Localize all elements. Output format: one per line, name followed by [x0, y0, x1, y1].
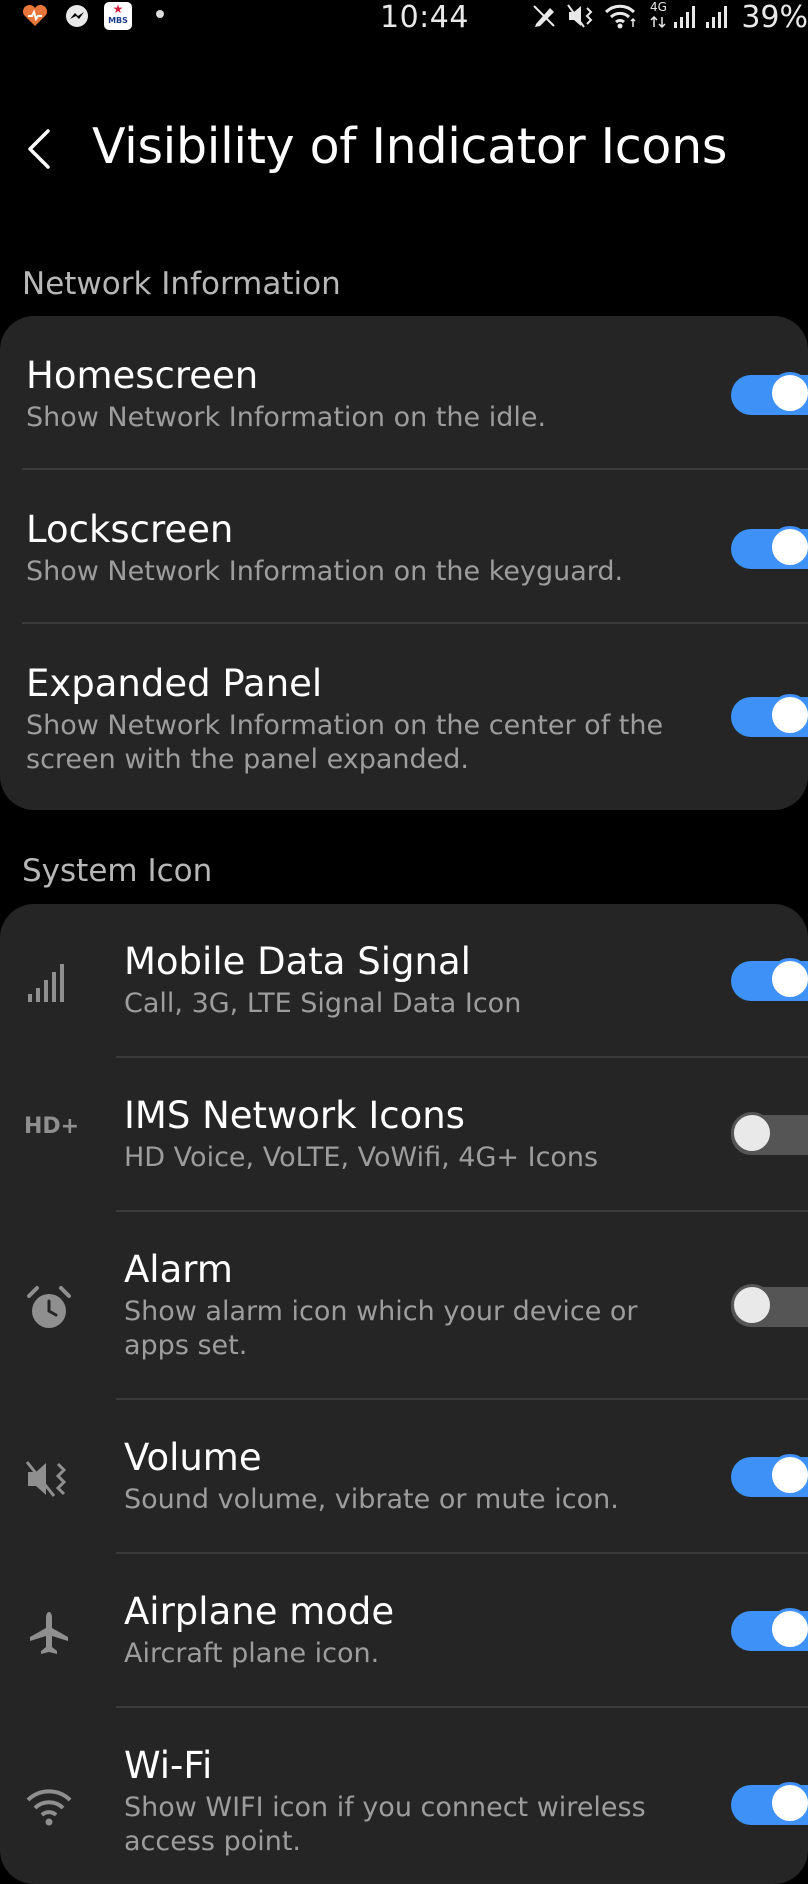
wifi-toggle[interactable]	[731, 1782, 808, 1826]
setting-title: Mobile Data Signal	[124, 940, 471, 983]
setting-subtitle: Show alarm icon which your device or app…	[124, 1296, 638, 1361]
alarm-toggle[interactable]	[731, 1284, 808, 1328]
messenger-icon	[66, 5, 88, 27]
signal-sim1-icon	[674, 6, 695, 28]
data-arrows-icon	[650, 16, 666, 28]
setting-row-expanded-panel[interactable]: Expanded Panel Show Network Information …	[0, 624, 808, 810]
setting-subtitle: Show Network Information on the center o…	[26, 710, 664, 775]
signal-bars-icon	[28, 964, 64, 1002]
lockscreen-toggle[interactable]	[731, 526, 808, 570]
setting-row-alarm[interactable]: Alarm Show alarm icon which your device …	[0, 1212, 808, 1398]
setting-title: Airplane mode	[124, 1590, 395, 1633]
alarm-clock-icon	[27, 1286, 71, 1328]
setting-row-airplane-mode[interactable]: Airplane mode Aircraft plane icon.	[0, 1554, 808, 1706]
setting-title: Lockscreen	[26, 508, 234, 551]
page-title: Visibility of Indicator Icons	[92, 118, 728, 175]
section-label-system-icon: System Icon	[22, 853, 213, 889]
system-icon-card: Mobile Data Signal Call, 3G, LTE Signal …	[0, 904, 808, 1884]
airplane-icon	[30, 1612, 68, 1654]
setting-title: Homescreen	[26, 354, 259, 397]
mbs-app-badge-label: MBS	[108, 16, 128, 25]
mobile-data-signal-toggle[interactable]	[731, 958, 808, 1002]
hd-plus-icon: HD+	[24, 1114, 80, 1139]
network-information-card: Homescreen Show Network Information on t…	[0, 316, 808, 810]
wifi-icon	[26, 1789, 72, 1826]
battery-percentage: 39%	[741, 0, 808, 35]
vibrate-mute-icon	[567, 4, 593, 28]
setting-row-ims-network-icons[interactable]: HD+ IMS Network Icons HD Voice, VoLTE, V…	[0, 1058, 808, 1210]
mbs-app-icon: ★ MBS	[104, 2, 132, 30]
status-bar: ★ MBS 10:44 4G 39%	[0, 0, 808, 40]
volume-toggle[interactable]	[731, 1454, 808, 1498]
pen-muted-icon	[533, 5, 555, 27]
setting-row-homescreen[interactable]: Homescreen Show Network Information on t…	[0, 316, 808, 468]
setting-subtitle: Show WIFI icon if you connect wireless a…	[124, 1792, 646, 1857]
back-arrow-icon[interactable]	[22, 125, 58, 173]
setting-subtitle: Show Network Information on the idle.	[26, 402, 547, 433]
setting-row-mobile-data-signal[interactable]: Mobile Data Signal Call, 3G, LTE Signal …	[0, 904, 808, 1056]
setting-subtitle: Call, 3G, LTE Signal Data Icon	[124, 988, 522, 1019]
mute-vibrate-icon	[25, 1461, 67, 1497]
more-notifications-dot-icon	[156, 10, 164, 18]
expanded-panel-toggle[interactable]	[731, 694, 808, 738]
airplane-mode-toggle[interactable]	[731, 1608, 808, 1652]
homescreen-toggle[interactable]	[731, 372, 808, 416]
status-time: 10:44	[380, 0, 469, 35]
setting-row-volume[interactable]: Volume Sound volume, vibrate or mute ico…	[0, 1400, 808, 1552]
wifi-status-icon	[604, 4, 636, 29]
setting-subtitle: Sound volume, vibrate or mute icon.	[124, 1484, 619, 1515]
setting-title: Expanded Panel	[26, 662, 323, 705]
section-label-network-information: Network Information	[22, 266, 341, 302]
setting-subtitle: Show Network Information on the keyguard…	[26, 556, 624, 587]
signal-sim2-icon	[706, 6, 727, 28]
setting-subtitle: Aircraft plane icon.	[124, 1638, 380, 1669]
network-type-label: 4G	[650, 0, 667, 14]
health-app-icon	[22, 5, 48, 26]
setting-row-wifi[interactable]: Wi-Fi Show WIFI icon if you connect wire…	[0, 1708, 808, 1884]
setting-title: Volume	[124, 1436, 262, 1479]
ims-network-icons-toggle[interactable]	[731, 1112, 808, 1156]
setting-subtitle: HD Voice, VoLTE, VoWifi, 4G+ Icons	[124, 1142, 599, 1173]
setting-title: Alarm	[124, 1248, 233, 1291]
setting-title: Wi-Fi	[124, 1744, 213, 1787]
setting-row-lockscreen[interactable]: Lockscreen Show Network Information on t…	[0, 470, 808, 622]
setting-title: IMS Network Icons	[124, 1094, 465, 1137]
